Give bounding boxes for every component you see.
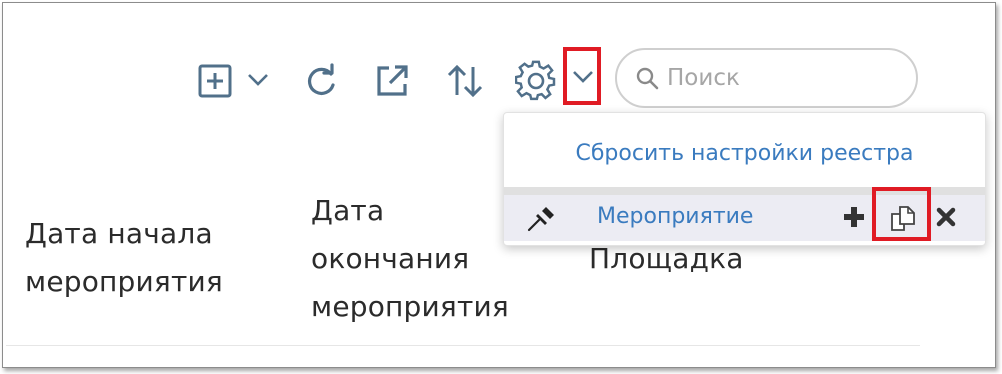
gear-icon <box>515 60 556 101</box>
reset-registry-settings-link[interactable]: Сбросить настройки реестра <box>504 141 985 166</box>
column-header-label: мероприятия <box>25 265 223 298</box>
header-bottom-divider <box>6 345 920 346</box>
copy-preset-highlight <box>872 187 931 241</box>
external-link-icon <box>377 65 408 96</box>
settings-button[interactable] <box>513 59 559 103</box>
registry-panel: Дата начала мероприятия Дата окончания м… <box>2 2 996 368</box>
column-header-label: окончания <box>311 242 470 275</box>
add-record-button[interactable] <box>195 63 235 99</box>
column-header-label: мероприятия <box>311 290 509 323</box>
sort-arrows-icon <box>447 64 483 98</box>
refresh-button[interactable] <box>300 61 342 101</box>
plus-square-icon <box>198 64 232 98</box>
column-header-label: Дата начала <box>25 217 213 250</box>
plus-icon[interactable] <box>843 206 865 228</box>
column-header-label: Дата <box>311 194 385 227</box>
add-record-dropdown[interactable] <box>243 69 273 91</box>
pin-icon[interactable] <box>526 205 556 233</box>
search-icon <box>636 67 659 90</box>
column-header-end-date[interactable]: Дата окончания мероприятия <box>311 187 509 331</box>
close-icon[interactable] <box>936 207 956 227</box>
preset-name-link[interactable]: Мероприятие <box>597 204 753 229</box>
settings-dropdown-highlight <box>563 47 601 105</box>
refresh-icon <box>307 63 335 95</box>
sort-button[interactable] <box>443 61 487 101</box>
search-box[interactable] <box>615 48 918 108</box>
column-header-start-date[interactable]: Дата начала мероприятия <box>25 210 223 306</box>
search-input[interactable] <box>665 64 899 92</box>
export-button[interactable] <box>371 61 413 101</box>
chevron-down-icon <box>248 74 268 86</box>
